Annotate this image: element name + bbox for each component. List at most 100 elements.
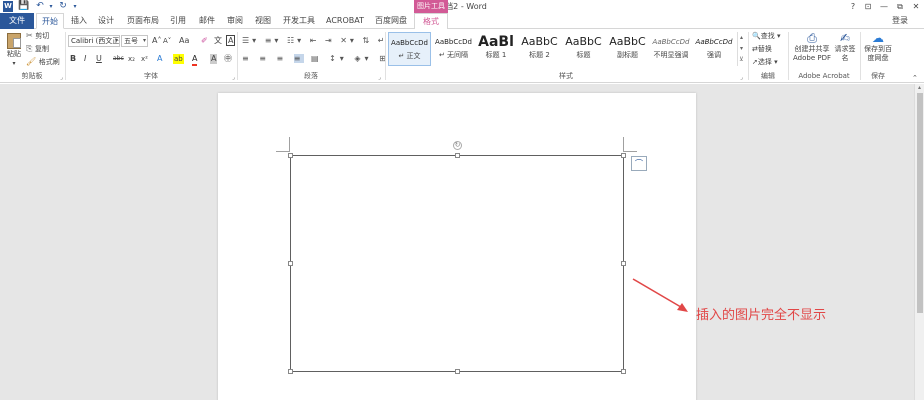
tab-mailings[interactable]: 邮件 xyxy=(195,13,219,29)
restore-icon[interactable]: ⧉ xyxy=(893,1,907,12)
tab-file[interactable]: 文件 xyxy=(0,13,34,29)
save-group-label: 保存 xyxy=(871,72,885,80)
paste-icon xyxy=(7,33,21,49)
style-subtitle[interactable]: AaBbC 副标题 xyxy=(606,32,649,66)
tab-baidu-netdisk[interactable]: 百度网盘 xyxy=(372,13,410,29)
tab-format[interactable]: 格式 xyxy=(414,13,448,29)
resize-handle[interactable] xyxy=(621,369,626,374)
tab-review[interactable]: 审阅 xyxy=(223,13,247,29)
align-buttons-row[interactable]: ≡ ≡ ≡ ≡ ▤ ↕▾ ◈▾ ⊞▾ xyxy=(242,54,398,64)
annotation-arrow-icon xyxy=(632,278,688,312)
bold-button[interactable]: B xyxy=(70,54,76,64)
format-painter-button[interactable]: 🖌 格式刷 xyxy=(26,57,60,67)
find-label: 查找 xyxy=(760,32,775,40)
style-name: 副标题 xyxy=(617,51,638,59)
help-icon[interactable]: ? xyxy=(846,1,860,12)
picture-tools-header: 图片工具 xyxy=(414,0,448,13)
select-button[interactable]: ➚选择 ▾ xyxy=(752,57,778,67)
clipboard-launcher-icon[interactable]: ⌟ xyxy=(60,74,63,81)
enclosed-character-icon[interactable]: ㊥ xyxy=(224,54,232,64)
vertical-scrollbar[interactable]: ▴ xyxy=(914,84,924,400)
style-normal[interactable]: AaBbCcDd ↵ 正文 xyxy=(388,32,431,66)
paste-label: 粘贴 xyxy=(7,50,21,58)
minimize-icon[interactable]: — xyxy=(877,1,891,12)
styles-launcher-icon[interactable]: ⌟ xyxy=(740,74,743,81)
phonetic-guide-icon[interactable]: 文 xyxy=(214,36,222,46)
cut-button[interactable]: ✂ 剪切 xyxy=(26,31,49,41)
paste-button[interactable]: 粘贴 ▾ xyxy=(4,31,24,67)
underline-button[interactable]: U xyxy=(96,54,102,64)
resize-handle[interactable] xyxy=(455,369,460,374)
layout-options-icon[interactable]: ⌒ xyxy=(631,156,647,171)
request-signature-button[interactable]: ✍ 请求签名 xyxy=(834,31,856,63)
resize-handle[interactable] xyxy=(621,261,626,266)
resize-handle[interactable] xyxy=(455,153,460,158)
picture-placeholder[interactable] xyxy=(290,155,624,372)
text-effects-button[interactable]: A xyxy=(157,54,162,64)
scroll-up-icon[interactable]: ▴ xyxy=(915,84,924,91)
resize-handle[interactable] xyxy=(288,153,293,158)
find-button[interactable]: 🔍查找 ▾ xyxy=(752,31,780,41)
create-pdf-button[interactable]: ⎙ 创建并共享 Adobe PDF xyxy=(791,31,833,63)
styles-scroll-icon[interactable]: ▴ ▾ ⊻ xyxy=(737,32,745,66)
paragraph-launcher-icon[interactable]: ⌟ xyxy=(378,74,381,81)
editing-group-label: 编辑 xyxy=(761,72,775,80)
strikethrough-button[interactable]: abc xyxy=(113,54,124,64)
list-buttons-row[interactable]: ☰▾ ≡▾ ☷▾ ⇤ ⇥ ✕▾ ⇅ ↵ xyxy=(242,36,387,46)
ribbon-display-icon[interactable]: ⊡ xyxy=(861,1,875,12)
font-launcher-icon[interactable]: ⌟ xyxy=(232,74,235,81)
create-pdf-label: 创建并共享 Adobe PDF xyxy=(792,45,831,62)
style-name: 强调 xyxy=(707,51,721,59)
change-case-button[interactable]: Aa xyxy=(179,36,189,46)
resize-handle[interactable] xyxy=(288,261,293,266)
signature-icon: ✍ xyxy=(839,31,851,45)
collapse-ribbon-icon[interactable]: ⌃ xyxy=(912,73,918,83)
shrink-font-button[interactable]: A˅ xyxy=(163,36,171,46)
tab-page-layout[interactable]: 页面布局 xyxy=(124,13,162,29)
style-heading-1[interactable]: AaBl 标题 1 xyxy=(476,32,516,66)
resize-handle[interactable] xyxy=(621,153,626,158)
tab-design[interactable]: 设计 xyxy=(94,13,118,29)
style-name: 标题 1 xyxy=(485,51,507,59)
tab-acrobat[interactable]: ACROBAT xyxy=(324,13,366,29)
tab-insert[interactable]: 插入 xyxy=(67,13,91,29)
character-shading-icon[interactable]: A xyxy=(210,54,218,64)
superscript-button[interactable]: x² xyxy=(141,54,148,64)
subscript-button[interactable]: x₂ xyxy=(128,54,135,64)
highlight-button[interactable]: ab xyxy=(173,54,184,64)
margin-mark xyxy=(289,137,290,151)
tab-view[interactable]: 视图 xyxy=(251,13,275,29)
italic-button[interactable]: I xyxy=(84,54,86,64)
paragraph-group-label: 段落 xyxy=(304,72,318,80)
save-to-baidu-button[interactable]: ☁ 保存到百度网盘 xyxy=(862,31,894,63)
pdf-icon: ⎙ xyxy=(807,31,817,45)
rotate-handle-icon[interactable]: ↻ xyxy=(453,141,462,150)
copy-button[interactable]: ⎘ 复制 xyxy=(26,44,49,54)
copy-label: 复制 xyxy=(34,45,49,53)
font-color-button[interactable]: A xyxy=(192,54,198,66)
close-icon[interactable]: ✕ xyxy=(909,1,923,12)
character-border-icon[interactable]: A xyxy=(226,35,236,46)
word-window: W 💾 ↶ ▾ ↻ ▾ 文档2 - Word 图片工具 ? ⊡ — ⧉ ✕ 文件… xyxy=(0,0,924,400)
font-name-dropdown[interactable]: Calibri (西文正 xyxy=(68,35,120,47)
tab-developer[interactable]: 开发工具 xyxy=(280,13,318,29)
font-size-dropdown[interactable]: 五号 xyxy=(121,35,148,47)
style-sample: AaBbC xyxy=(565,35,602,48)
font-group-label: 字体 xyxy=(144,72,158,80)
grow-font-button[interactable]: A˄ xyxy=(152,36,161,46)
format-painter-label: 格式刷 xyxy=(38,58,60,66)
replace-button[interactable]: ⇄替换 xyxy=(752,44,772,54)
style-no-spacing[interactable]: AaBbCcDd ↵ 无间隔 xyxy=(432,32,475,66)
sign-in-link[interactable]: 登录 xyxy=(892,13,908,28)
scroll-thumb[interactable] xyxy=(916,93,923,313)
acrobat-group-label: Adobe Acrobat xyxy=(798,72,850,80)
clear-formatting-icon[interactable]: ✐ xyxy=(201,36,208,46)
style-emphasis[interactable]: AaBbCcDd 强调 xyxy=(693,32,735,66)
style-title[interactable]: AaBbC 标题 xyxy=(562,32,605,66)
resize-handle[interactable] xyxy=(288,369,293,374)
style-heading-2[interactable]: AaBbC 标题 2 xyxy=(518,32,561,66)
annotation-text: 插入的图片完全不显示 xyxy=(696,308,827,323)
tab-references[interactable]: 引用 xyxy=(166,13,190,29)
style-subtle-emphasis[interactable]: AaBbCcDd 不明显强调 xyxy=(650,32,692,66)
tab-home[interactable]: 开始 xyxy=(36,13,64,29)
